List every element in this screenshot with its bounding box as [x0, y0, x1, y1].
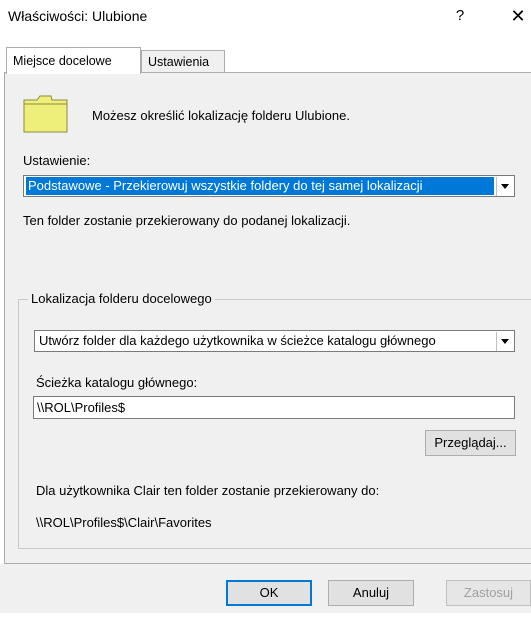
- chevron-down-icon[interactable]: [496, 332, 513, 351]
- redirect-path: \\ROL\Profiles$\Clair\Favorites: [36, 515, 212, 530]
- browse-button[interactable]: Przeglądaj...: [425, 430, 516, 456]
- root-path-input[interactable]: \\ROL\Profiles$: [33, 396, 515, 419]
- tab-miejsce-docelowe[interactable]: Miejsce docelowe: [6, 47, 141, 74]
- redirect-note: Dla użytkownika Clair ten folder zostani…: [36, 483, 380, 498]
- help-button[interactable]: ?: [451, 4, 469, 28]
- chevron-down-icon[interactable]: [496, 177, 513, 196]
- target-mode-select[interactable]: Utwórz folder dla każdego użytkownika w …: [34, 330, 515, 352]
- root-path-label: Ścieżka katalogu głównego:: [36, 375, 198, 390]
- setting-note: Ten folder zostanie przekierowany do pod…: [23, 213, 351, 228]
- tab-ustawienia[interactable]: Ustawienia: [141, 50, 225, 72]
- ok-button[interactable]: OK: [226, 580, 312, 606]
- target-group-title: Lokalizacja folderu docelowego: [28, 291, 215, 306]
- target-mode-value: Utwórz folder dla każdego użytkownika w …: [39, 333, 436, 348]
- apply-button[interactable]: Zastosuj: [446, 580, 531, 606]
- window-title: Właściwości: Ulubione: [8, 8, 148, 24]
- setting-select-value: Podstawowe - Przekierowuj wszystkie fold…: [26, 177, 494, 195]
- setting-label: Ustawienie:: [23, 153, 91, 168]
- folder-icon: [23, 95, 68, 133]
- bottom-strip: [0, 613, 531, 617]
- intro-text: Możesz określić lokalizację folderu Ulub…: [92, 108, 350, 123]
- setting-select[interactable]: Podstawowe - Przekierowuj wszystkie fold…: [23, 175, 515, 197]
- close-button[interactable]: ✕: [507, 3, 529, 29]
- cancel-button[interactable]: Anuluj: [328, 580, 414, 606]
